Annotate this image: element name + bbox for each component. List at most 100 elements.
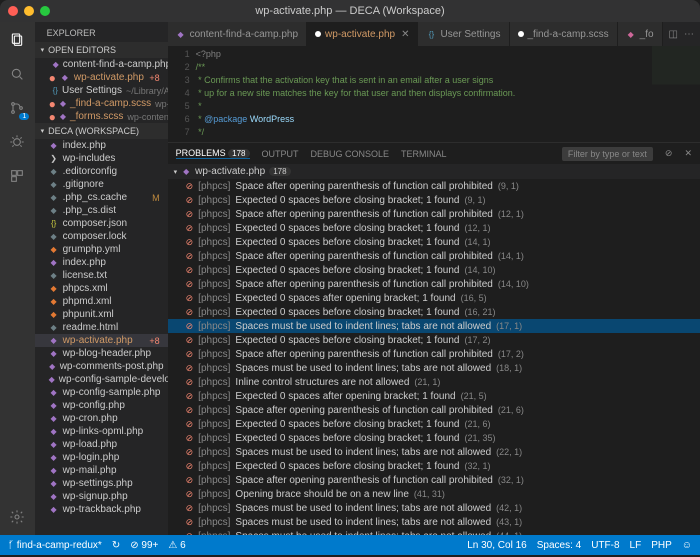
file-tree-item[interactable]: ◆wp-settings.php bbox=[35, 477, 168, 490]
editor-tab[interactable]: ◆content-find-a-camp.php bbox=[168, 22, 307, 46]
split-editor-icon[interactable]: ◫ bbox=[669, 29, 678, 40]
problem-item[interactable]: ⊘[phpcs]Expected 0 spaces before closing… bbox=[168, 221, 700, 235]
problem-item[interactable]: ⊘[phpcs]Expected 0 spaces before closing… bbox=[168, 263, 700, 277]
problem-item[interactable]: ⊘[phpcs]Expected 0 spaces after opening … bbox=[168, 291, 700, 305]
tab-problems[interactable]: Problems 178 bbox=[176, 148, 250, 159]
file-tree-item[interactable]: ◆index.php bbox=[35, 256, 168, 269]
indentation[interactable]: Spaces: 4 bbox=[537, 540, 581, 551]
file-tree-item[interactable]: ◆license.txt bbox=[35, 269, 168, 282]
settings-gear-icon[interactable] bbox=[7, 507, 27, 527]
editor-tab[interactable]: wp-activate.php✕ bbox=[307, 22, 418, 46]
file-tree-item[interactable]: ◆wp-mail.php bbox=[35, 464, 168, 477]
editor[interactable]: 1234567 <?php /** * Confirms that the ac… bbox=[168, 46, 700, 142]
file-tree-item[interactable]: ◆.editorconfig bbox=[35, 165, 168, 178]
clear-icon[interactable]: ⊘ bbox=[665, 148, 673, 159]
close-window-icon[interactable] bbox=[8, 6, 18, 16]
file-tree-item[interactable]: ◆wp-activate.php+8 bbox=[35, 334, 168, 347]
open-editor-item[interactable]: ◆content-find-a-camp.php bbox=[35, 58, 168, 71]
minimize-window-icon[interactable] bbox=[24, 6, 34, 16]
file-tree-item[interactable]: ◆wp-trackback.php bbox=[35, 503, 168, 516]
open-editor-item[interactable]: ●◆_forms.scsswp-content/th… bbox=[35, 110, 168, 123]
search-icon[interactable] bbox=[7, 64, 27, 84]
file-tree-item[interactable]: ◆wp-comments-post.php bbox=[35, 360, 168, 373]
file-tree-item[interactable]: ◆wp-config.php bbox=[35, 399, 168, 412]
problem-item[interactable]: ⊘[phpcs]Space after opening parenthesis … bbox=[168, 473, 700, 487]
open-editor-item[interactable]: ●◆wp-activate.php+8 bbox=[35, 71, 168, 84]
problem-item[interactable]: ⊘[phpcs]Expected 0 spaces before closing… bbox=[168, 305, 700, 319]
problem-item[interactable]: ⊘[phpcs]Space after opening parenthesis … bbox=[168, 403, 700, 417]
problem-item[interactable]: ⊘[phpcs]Expected 0 spaces before closing… bbox=[168, 193, 700, 207]
extensions-icon[interactable] bbox=[7, 166, 27, 186]
git-branch[interactable]: ᚶ find-a-camp-redux* bbox=[8, 540, 102, 551]
problem-item[interactable]: ⊘[phpcs]Space after opening parenthesis … bbox=[168, 207, 700, 221]
maximize-window-icon[interactable] bbox=[40, 6, 50, 16]
problem-item[interactable]: ⊘[phpcs]Spaces must be used to indent li… bbox=[168, 515, 700, 529]
close-panel-icon[interactable]: ✕ bbox=[684, 148, 692, 159]
file-tree-item[interactable]: ◆phpmd.xml bbox=[35, 295, 168, 308]
problem-item[interactable]: ⊘[phpcs]Space after opening parenthesis … bbox=[168, 347, 700, 361]
problem-item[interactable]: ⊘[phpcs]Spaces must be used to indent li… bbox=[168, 445, 700, 459]
problem-item[interactable]: ⊘[phpcs]Inline control structures are no… bbox=[168, 375, 700, 389]
file-tree-item[interactable]: ◆composer.lock bbox=[35, 230, 168, 243]
problem-item[interactable]: ⊘[phpcs]Expected 0 spaces after opening … bbox=[168, 389, 700, 403]
errors-count[interactable]: ⊘ 99+ bbox=[130, 540, 158, 551]
editor-tab[interactable]: {}User Settings bbox=[418, 22, 509, 46]
encoding[interactable]: UTF-8 bbox=[591, 540, 619, 551]
warnings-count[interactable]: ⚠ 6 bbox=[168, 540, 185, 551]
editor-tabs: ◆content-find-a-camp.phpwp-activate.php✕… bbox=[168, 22, 700, 46]
tab-terminal[interactable]: Terminal bbox=[401, 149, 447, 159]
scm-icon[interactable]: 1 bbox=[7, 98, 27, 118]
eol[interactable]: LF bbox=[630, 540, 642, 551]
open-editors-header[interactable]: ▾Open Editors bbox=[35, 42, 168, 58]
file-tree-item[interactable]: ◆phpunit.xml bbox=[35, 308, 168, 321]
editor-tab[interactable]: ◆_fo bbox=[618, 22, 663, 46]
file-tree-item[interactable]: ◆wp-config-sample.php bbox=[35, 386, 168, 399]
file-tree-item[interactable]: ◆wp-login.php bbox=[35, 451, 168, 464]
open-editor-item[interactable]: {}User Settings~/Library/Ap… bbox=[35, 84, 168, 97]
minimap[interactable] bbox=[652, 46, 700, 142]
file-tree-item[interactable]: ◆wp-blog-header.php bbox=[35, 347, 168, 360]
close-tab-icon[interactable]: ✕ bbox=[401, 29, 409, 40]
problem-item[interactable]: ⊘[phpcs]Expected 0 spaces before closing… bbox=[168, 459, 700, 473]
file-tree-item[interactable]: {}composer.json bbox=[35, 217, 168, 230]
file-tree-item[interactable]: ◆.php_cs.dist bbox=[35, 204, 168, 217]
file-tree-item[interactable]: ◆.php_cs.cacheM bbox=[35, 191, 168, 204]
problem-item[interactable]: ⊘[phpcs]Expected 0 spaces before closing… bbox=[168, 417, 700, 431]
debug-icon[interactable] bbox=[7, 132, 27, 152]
file-tree-item[interactable]: ◆wp-config-sample-develop… bbox=[35, 373, 168, 386]
editor-tab[interactable]: _find-a-camp.scss bbox=[510, 22, 618, 46]
problem-item[interactable]: ⊘[phpcs]Space after opening parenthesis … bbox=[168, 249, 700, 263]
file-tree-item[interactable]: ◆grumphp.yml bbox=[35, 243, 168, 256]
problem-item[interactable]: ⊘[phpcs]Expected 0 spaces before closing… bbox=[168, 235, 700, 249]
problem-item[interactable]: ⊘[phpcs]Spaces must be used to indent li… bbox=[168, 319, 700, 333]
file-tree-item[interactable]: ❯wp-includes bbox=[35, 152, 168, 165]
file-tree-item[interactable]: ◆index.php bbox=[35, 139, 168, 152]
workspace-header[interactable]: ▾DECA (Workspace) bbox=[35, 123, 168, 139]
explorer-icon[interactable] bbox=[7, 30, 27, 50]
problem-item[interactable]: ⊘[phpcs]Spaces must be used to indent li… bbox=[168, 501, 700, 515]
file-tree-item[interactable]: ◆wp-cron.php bbox=[35, 412, 168, 425]
filter-input[interactable]: Filter by type or text bbox=[562, 147, 653, 161]
problem-item[interactable]: ⊘[phpcs]Spaces must be used to indent li… bbox=[168, 529, 700, 535]
tab-output[interactable]: Output bbox=[262, 149, 299, 159]
file-tree-item[interactable]: ◆wp-links-opml.php bbox=[35, 425, 168, 438]
problem-item[interactable]: ⊘[phpcs]Spaces must be used to indent li… bbox=[168, 361, 700, 375]
file-tree-item[interactable]: ◆.gitignore bbox=[35, 178, 168, 191]
tab-debug-console[interactable]: Debug Console bbox=[311, 149, 390, 159]
problem-item[interactable]: ⊘[phpcs]Opening brace should be on a new… bbox=[168, 487, 700, 501]
feedback-icon[interactable]: ☺ bbox=[682, 540, 692, 551]
problem-file-header[interactable]: ▾ ◆ wp-activate.php 178 bbox=[168, 164, 700, 179]
problem-item[interactable]: ⊘[phpcs]Expected 0 spaces before closing… bbox=[168, 431, 700, 445]
file-tree-item[interactable]: ◆phpcs.xml bbox=[35, 282, 168, 295]
problem-item[interactable]: ⊘[phpcs]Expected 0 spaces before closing… bbox=[168, 333, 700, 347]
language-mode[interactable]: PHP bbox=[651, 540, 672, 551]
file-tree-item[interactable]: ◆wp-load.php bbox=[35, 438, 168, 451]
problem-item[interactable]: ⊘[phpcs]Space after opening parenthesis … bbox=[168, 277, 700, 291]
sync-icon[interactable]: ↻ bbox=[112, 540, 120, 551]
cursor-position[interactable]: Ln 30, Col 16 bbox=[467, 540, 527, 551]
more-icon[interactable]: ⋯ bbox=[684, 29, 694, 40]
open-editor-item[interactable]: ●◆_find-a-camp.scsswp-co… bbox=[35, 97, 168, 110]
file-tree-item[interactable]: ◆readme.html bbox=[35, 321, 168, 334]
file-tree-item[interactable]: ◆wp-signup.php bbox=[35, 490, 168, 503]
problem-item[interactable]: ⊘[phpcs]Space after opening parenthesis … bbox=[168, 179, 700, 193]
